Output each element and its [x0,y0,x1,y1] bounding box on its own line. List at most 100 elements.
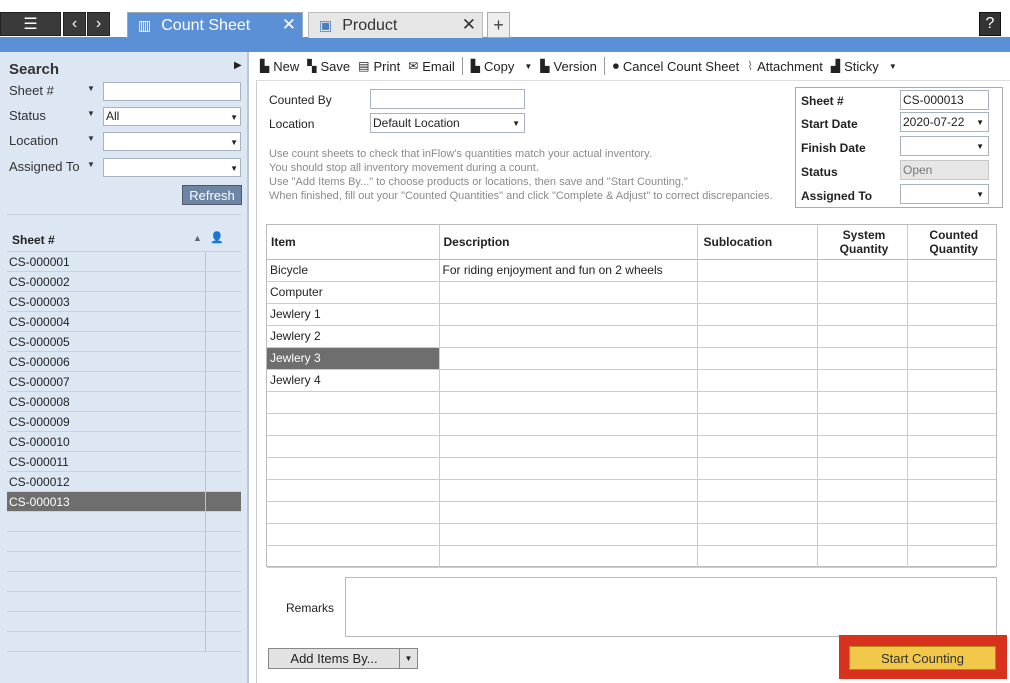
attachment-button[interactable]: ⌇ Attachment [747,59,823,74]
save-button[interactable]: ▚ Save [307,59,350,74]
table-cell-sublocation[interactable] [697,523,818,546]
table-cell-sublocation[interactable] [697,369,818,392]
table-cell-item[interactable] [267,435,440,458]
sublocation-column-header[interactable]: Sublocation [697,225,818,260]
table-row[interactable] [267,523,996,546]
table-cell-sublocation[interactable] [697,501,818,524]
item-column-header[interactable]: Item [267,225,440,260]
list-item[interactable]: CS-000005 [7,332,241,352]
table-cell-counted-qty[interactable] [907,347,996,370]
table-cell-counted-qty[interactable] [907,545,996,568]
list-item[interactable]: CS-000003 [7,292,241,312]
table-cell-system-qty[interactable] [817,369,908,392]
table-cell-description[interactable]: For riding enjoyment and fun on 2 wheels [439,259,698,282]
table-row[interactable] [267,391,996,414]
table-cell-description[interactable] [439,281,698,304]
tab-count-sheet[interactable]: ▥ Count Sheet ✕ [127,12,303,38]
table-cell-item[interactable]: Computer [267,281,440,304]
table-cell-counted-qty[interactable] [907,413,996,436]
table-cell-item[interactable]: Bicycle [267,259,440,282]
table-cell-system-qty[interactable] [817,479,908,502]
table-cell-item[interactable]: Jewlery 2 [267,325,440,348]
table-cell-item[interactable] [267,457,440,480]
chevron-down-icon[interactable]: ▼ [524,62,532,71]
sheet-number-field[interactable]: CS-000013 [900,90,989,110]
table-cell-system-qty[interactable] [817,347,908,370]
table-cell-counted-qty[interactable] [907,369,996,392]
table-cell-counted-qty[interactable] [907,523,996,546]
table-cell-item[interactable] [267,501,440,524]
filter-dropdown-icon[interactable]: ▼ [87,109,95,118]
table-cell-item[interactable] [267,479,440,502]
table-row[interactable]: Bicycle For riding enjoyment and fun on 2… [267,259,996,282]
table-cell-description[interactable] [439,369,698,392]
tab-product[interactable]: ▣ Product ✕ [308,12,483,38]
chevron-down-icon[interactable]: ▼ [399,649,417,668]
table-cell-sublocation[interactable] [697,457,818,480]
table-row[interactable] [267,435,996,458]
table-cell-system-qty[interactable] [817,303,908,326]
table-cell-system-qty[interactable] [817,457,908,480]
table-cell-system-qty[interactable] [817,545,908,568]
table-cell-counted-qty[interactable] [907,259,996,282]
forward-button[interactable]: › [87,12,110,36]
start-counting-button[interactable]: Start Counting [849,646,996,670]
table-cell-description[interactable] [439,303,698,326]
table-cell-counted-qty[interactable] [907,281,996,304]
table-cell-item[interactable] [267,545,440,568]
remarks-textarea[interactable] [345,577,997,637]
sticky-button[interactable]: ▟ Sticky ▼ [831,59,897,74]
table-cell-item[interactable]: Jewlery 3 [267,347,440,370]
table-cell-description[interactable] [439,523,698,546]
table-cell-sublocation[interactable] [697,413,818,436]
table-cell-sublocation[interactable] [697,435,818,458]
help-button[interactable]: ? [979,12,1001,36]
table-cell-description[interactable] [439,413,698,436]
table-row[interactable] [267,457,996,480]
table-row[interactable] [267,479,996,502]
table-cell-item[interactable]: Jewlery 1 [267,303,440,326]
finish-date-picker[interactable]: ▼ [900,136,989,156]
filter-dropdown-icon[interactable]: ▼ [87,84,95,93]
location-select[interactable]: ▼ [103,132,241,151]
email-button[interactable]: ✉ Email [408,59,455,74]
counted-quantity-column-header[interactable]: Counted Quantity [907,225,996,260]
system-quantity-column-header[interactable]: System Quantity [817,225,908,260]
table-cell-system-qty[interactable] [817,435,908,458]
list-item[interactable]: CS-000007 [7,372,241,392]
list-item[interactable]: CS-000002 [7,272,241,292]
new-button[interactable]: ▙ New [260,59,299,74]
table-cell-sublocation[interactable] [697,303,818,326]
list-item[interactable]: CS-000001 [7,252,241,272]
menu-button[interactable]: ☰ [0,12,61,36]
list-item[interactable]: CS-000013 [7,492,241,512]
table-cell-counted-qty[interactable] [907,457,996,480]
table-cell-description[interactable] [439,501,698,524]
filter-dropdown-icon[interactable]: ▼ [87,160,95,169]
refresh-button[interactable]: Refresh [182,185,242,205]
table-cell-counted-qty[interactable] [907,325,996,348]
table-cell-description[interactable] [439,457,698,480]
chevron-down-icon[interactable]: ▼ [889,62,897,71]
table-cell-counted-qty[interactable] [907,501,996,524]
table-cell-sublocation[interactable] [697,325,818,348]
sheet-list-header[interactable]: Sheet # ▲ 👤 [7,214,241,252]
table-cell-description[interactable] [439,479,698,502]
table-cell-system-qty[interactable] [817,325,908,348]
table-row[interactable]: Jewlery 2 [267,325,996,348]
list-item[interactable]: CS-000004 [7,312,241,332]
list-item[interactable]: CS-000012 [7,472,241,492]
list-item[interactable]: CS-000006 [7,352,241,372]
table-cell-description[interactable] [439,325,698,348]
table-cell-description[interactable] [439,545,698,568]
table-row[interactable] [267,545,996,568]
table-cell-description[interactable] [439,435,698,458]
sheet-number-input[interactable] [103,82,241,101]
copy-button[interactable]: ▙ Copy ▼ [471,59,533,74]
table-cell-system-qty[interactable] [817,281,908,304]
table-cell-item[interactable] [267,523,440,546]
close-icon[interactable]: ✕ [282,15,296,35]
list-item[interactable]: CS-000009 [7,412,241,432]
table-row[interactable]: Jewlery 4 [267,369,996,392]
assigned-to-select[interactable]: ▼ [103,158,241,177]
